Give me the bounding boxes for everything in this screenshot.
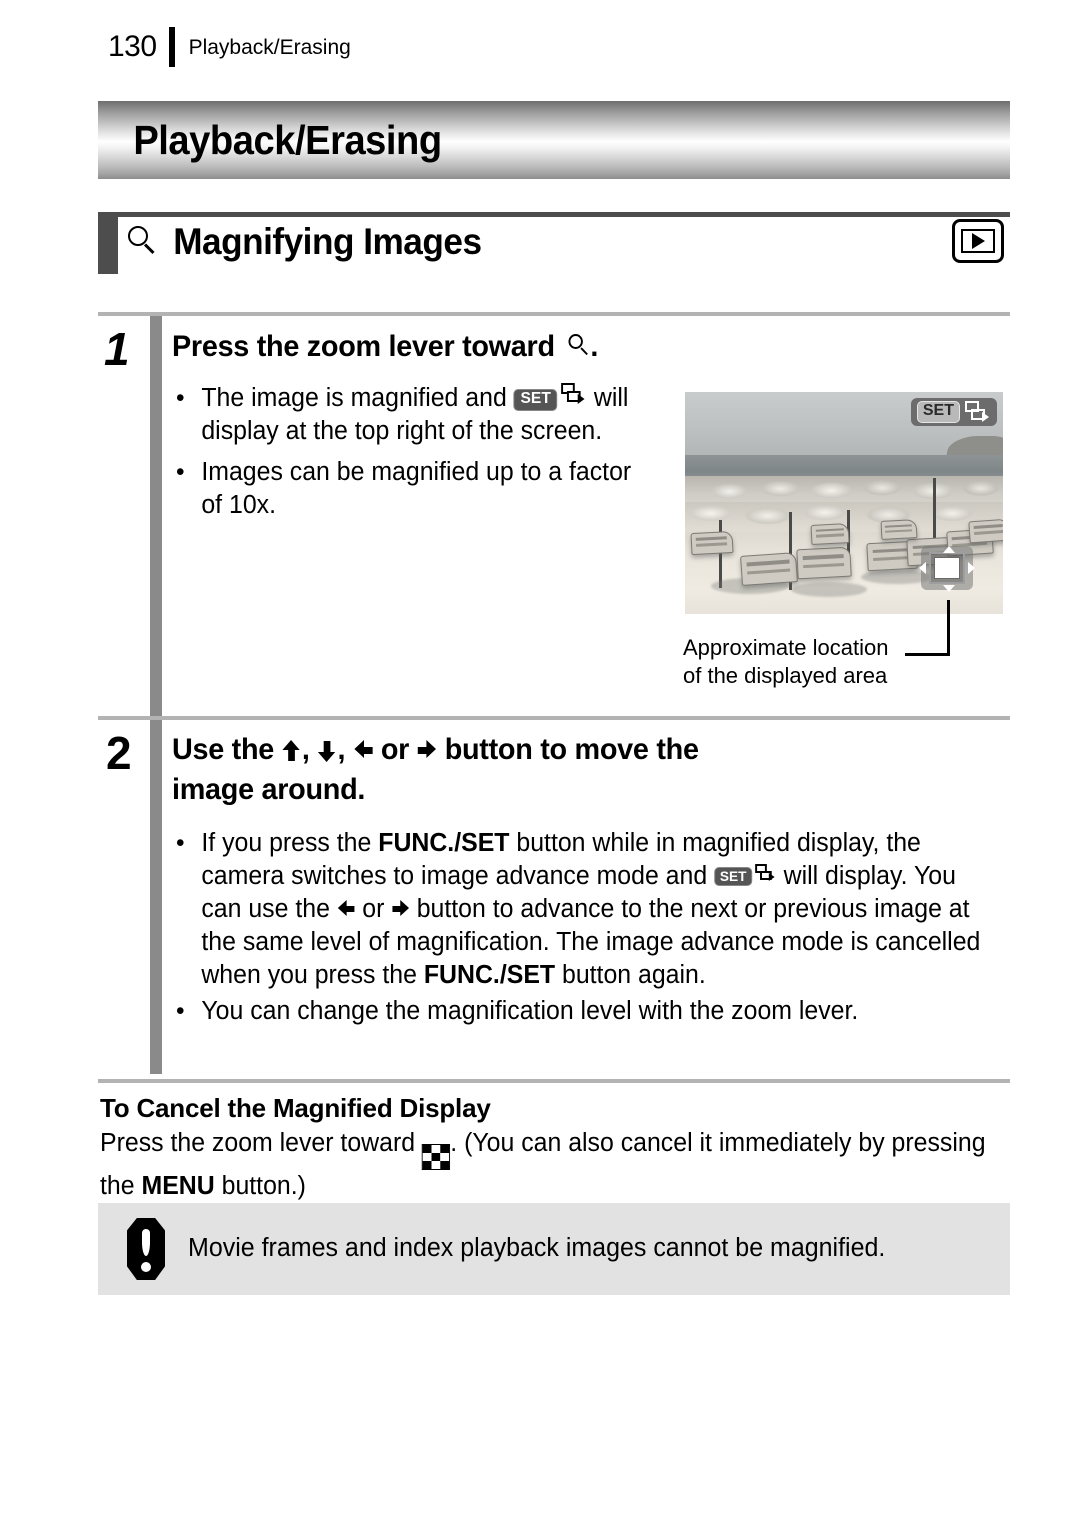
cancel-text-end: button.) (221, 1172, 306, 1200)
left-arrow-icon (337, 899, 356, 920)
figure-caption-line-1: Approximate location (683, 635, 889, 660)
step-2-top-rule (98, 716, 1010, 720)
section-title-bar: Magnifying Images (98, 212, 1010, 274)
step-1-number: 1 (104, 323, 130, 375)
step-2-heading-or: or (380, 733, 410, 766)
image-advance-icon (755, 863, 776, 883)
up-arrow-icon (282, 739, 302, 763)
right-arrow-icon (417, 739, 437, 763)
set-badge-icon: SET (714, 866, 753, 886)
cancel-section-top-rule (98, 1079, 1010, 1083)
list-item: • You can change the magnification level… (176, 995, 995, 1028)
list-item: • If you press the FUNC./SET button whil… (176, 827, 995, 991)
step-1-bullets: • The image is magnified and SET will di… (176, 382, 634, 524)
callout-leader-horizontal (905, 653, 950, 656)
cancel-section-text: Press the zoom lever toward . (You can a… (100, 1127, 987, 1203)
figure-caption: Approximate location of the displayed ar… (683, 634, 888, 690)
section-left-bar (98, 212, 118, 274)
step-2-number: 2 (106, 727, 132, 779)
step-1-bullet-2: Images can be magnified up to a factor o… (201, 457, 632, 519)
chapter-banner: Playback/Erasing (98, 101, 1010, 179)
callout-leader-vertical (947, 600, 950, 656)
step-1-heading-text: Press the zoom lever toward (172, 330, 555, 363)
step-2-bullet-1-seg-4: or (355, 894, 392, 923)
down-arrow-icon (317, 739, 337, 763)
photo-lounge-chair (740, 552, 798, 586)
running-chapter-title: Playback/Erasing (188, 35, 351, 59)
chapter-banner-title: Playback/Erasing (133, 116, 442, 163)
bullet-marker: • (176, 997, 185, 1026)
beach-photo: SET (685, 392, 1003, 614)
step-2-side-bar (150, 720, 162, 1074)
func-set-bold-2: FUNC./SET (423, 960, 556, 989)
step-2-heading-a: Use the (172, 733, 275, 766)
image-advance-icon (561, 383, 587, 405)
photo-pole (719, 520, 722, 588)
step-2-bullet-2: You can change the magnification level w… (201, 997, 859, 1026)
caution-icon (122, 1218, 170, 1280)
menu-bold: MENU (141, 1172, 215, 1200)
caution-note: Movie frames and index playback images c… (98, 1203, 1010, 1295)
photo-lounge-chair (690, 530, 734, 556)
figure-caption-line-2: of the displayed area (683, 662, 888, 688)
playback-mode-icon (952, 219, 1004, 263)
index-playback-icon (421, 1144, 451, 1170)
step-2-heading-line-2: image around. (172, 772, 366, 806)
right-arrow-icon (391, 899, 410, 920)
caution-note-text: Movie frames and index playback images c… (188, 1234, 886, 1263)
list-item: • Images can be magnified up to a factor… (176, 456, 634, 522)
photo-lounge-chair (880, 519, 918, 540)
step-1-heading: Press the zoom lever toward . (172, 327, 671, 367)
cancel-section-heading: To Cancel the Magnified Display (100, 1093, 491, 1123)
step-2-bullet-1-seg-6: button again. (555, 960, 706, 989)
func-set-bold-1: FUNC./SET (378, 829, 510, 857)
displayed-area-indicator (919, 546, 975, 592)
photo-lounge-chair (810, 523, 850, 545)
figure-magnified-photo: SET (685, 392, 1003, 614)
step-1-top-rule (98, 312, 1010, 316)
set-badge-icon: SET (916, 401, 960, 423)
step-1-bullet-1-part-1: The image is magnified and (201, 384, 507, 412)
magnifier-icon (128, 226, 158, 258)
set-badge-icon: SET (513, 389, 558, 411)
photo-lounge-chair (968, 518, 1003, 544)
step-2-heading-e: button to move the (444, 733, 699, 766)
bullet-marker: • (176, 457, 185, 486)
section-title: Magnifying Images (173, 221, 482, 262)
bullet-marker: • (176, 384, 185, 412)
step-2-bullet-1-seg-1: If you press the (201, 829, 379, 857)
photo-shadow (791, 582, 867, 597)
photo-set-overlay-badge: SET (910, 398, 997, 426)
page-number: 130 (108, 30, 157, 63)
running-header: 130 Playback/Erasing (108, 26, 351, 68)
step-2-heading-comma-2: , (337, 733, 346, 766)
bullet-marker: • (176, 829, 185, 857)
step-1-heading-period: . (590, 330, 599, 363)
left-arrow-icon (353, 739, 373, 763)
list-item: • The image is magnified and SET will di… (176, 382, 634, 448)
image-advance-icon (965, 401, 991, 423)
step-1-side-bar (150, 316, 162, 716)
cancel-text-before: Press the zoom lever toward (100, 1129, 416, 1157)
step-2-heading-comma-1: , (301, 733, 310, 766)
step-2-heading: Use the , , or button to move the image … (172, 730, 969, 810)
step-2-bullets: • If you press the FUNC./SET button whil… (176, 827, 995, 1030)
magnifier-icon (568, 334, 590, 359)
photo-lounge-chair (796, 546, 852, 580)
